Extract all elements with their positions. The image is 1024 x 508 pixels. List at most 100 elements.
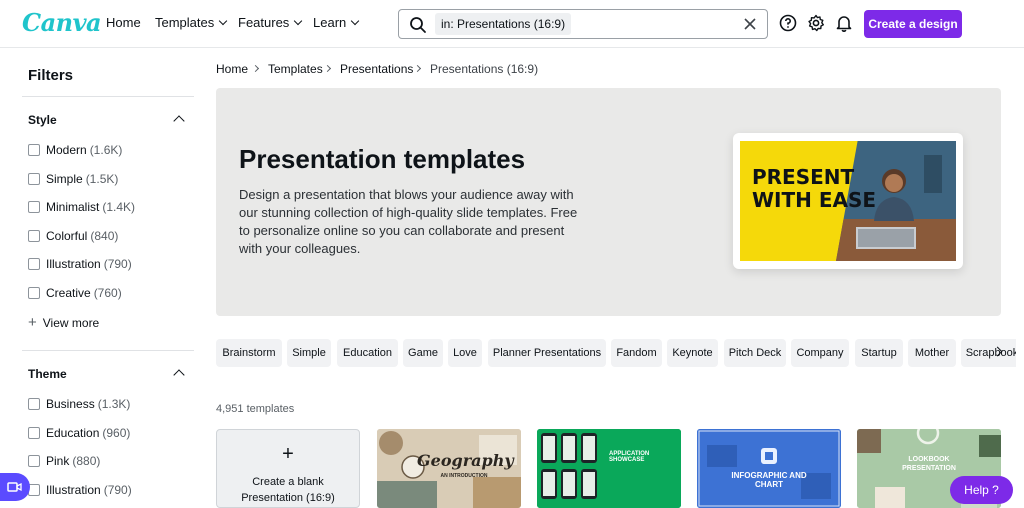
template-title: APPLICATION SHOWCASE xyxy=(609,451,650,463)
filter-option-label: Education xyxy=(46,426,100,440)
filter-option-illustration[interactable]: Illustration (790) xyxy=(28,257,132,271)
canva-logo[interactable]: Canva xyxy=(22,8,102,37)
style-section-title[interactable]: Style xyxy=(28,113,57,127)
blank-card-label: Create a blank Presentation (16:9) xyxy=(217,474,359,506)
checkbox[interactable] xyxy=(28,455,40,467)
chip-brainstorm[interactable]: Brainstorm xyxy=(216,339,282,367)
breadcrumb-templates[interactable]: Templates xyxy=(268,62,323,76)
filter-option-colorful[interactable]: Colorful (840) xyxy=(28,229,118,243)
search-bar[interactable]: in: Presentations (16:9) xyxy=(398,9,768,39)
create-blank-presentation-card[interactable]: + Create a blank Presentation (16:9) xyxy=(216,429,360,508)
page-title: Presentation templates xyxy=(239,144,526,174)
theme-section-title[interactable]: Theme xyxy=(28,367,67,381)
chip-company[interactable]: Company xyxy=(791,339,849,367)
filter-option-count: (1.4K) xyxy=(102,200,136,214)
results-count: 4,951 templates xyxy=(216,403,295,415)
chip-mother[interactable]: Mother xyxy=(908,339,956,367)
filter-option-label: Illustration xyxy=(46,257,101,271)
video-camera-icon xyxy=(7,482,22,492)
filter-option-illustration-theme[interactable]: Illustration (790) xyxy=(28,483,132,497)
filter-option-label: Minimalist xyxy=(46,200,100,214)
template-card-geography[interactable]: Geography AN INTRODUCTION xyxy=(377,429,521,508)
chevron-right-icon xyxy=(413,64,422,73)
filter-option-label: Colorful xyxy=(46,229,88,243)
filter-option-education[interactable]: Education (960) xyxy=(28,426,130,440)
filter-option-creative[interactable]: Creative (760) xyxy=(28,286,122,300)
chip-love[interactable]: Love xyxy=(448,339,482,367)
filter-option-label: Modern xyxy=(46,143,87,157)
chip-scrapbook[interactable]: Scrapbook xyxy=(961,339,1016,367)
checkbox[interactable] xyxy=(28,144,40,156)
preview-line-2: WITH EASE xyxy=(752,188,877,212)
template-title: INFOGRAPHIC AND CHART xyxy=(731,471,807,489)
template-card-application-showcase[interactable]: APPLICATION SHOWCASE xyxy=(537,429,681,508)
chip-startup[interactable]: Startup xyxy=(855,339,903,367)
filter-option-minimalist[interactable]: Minimalist (1.4K) xyxy=(28,200,135,214)
search-icon xyxy=(410,17,426,33)
hero-description: Design a presentation that blows your au… xyxy=(239,187,578,256)
chip-simple[interactable]: Simple xyxy=(287,339,331,367)
preview-line-1: PRESENT xyxy=(752,165,855,189)
filter-option-label: Business xyxy=(46,397,95,411)
chip-keynote[interactable]: Keynote xyxy=(667,339,718,367)
search-filter-token[interactable]: in: Presentations (16:9) xyxy=(435,13,572,35)
divider xyxy=(22,96,194,97)
gear-icon[interactable] xyxy=(807,14,825,32)
template-title: LOOKBOOK PRESENTATION xyxy=(902,456,956,472)
checkbox[interactable] xyxy=(28,427,40,439)
filter-option-count: (1.3K) xyxy=(97,397,131,411)
template-thumbnail xyxy=(697,429,841,508)
chip-pitch-deck[interactable]: Pitch Deck xyxy=(724,339,786,367)
chip-education[interactable]: Education xyxy=(337,339,398,367)
filter-option-modern[interactable]: Modern (1.6K) xyxy=(28,143,122,157)
video-call-button[interactable] xyxy=(0,473,30,501)
chevron-down-icon xyxy=(351,16,360,26)
chip-game[interactable]: Game xyxy=(403,339,443,367)
chevron-right-icon xyxy=(251,64,260,73)
nav-features-label: Features xyxy=(238,15,290,30)
breadcrumb-presentations[interactable]: Presentations xyxy=(340,62,413,76)
chevron-up-icon[interactable] xyxy=(173,115,185,127)
filter-option-count: (760) xyxy=(93,286,122,300)
view-more-button[interactable]: + View more xyxy=(28,314,99,331)
filter-option-count: (1.5K) xyxy=(85,172,119,186)
help-circle-icon[interactable] xyxy=(779,14,797,32)
template-subtitle: AN INTRODUCTION xyxy=(440,473,488,479)
nav-learn-label: Learn xyxy=(313,15,347,30)
template-card-infographic[interactable]: INFOGRAPHIC AND CHART xyxy=(697,429,841,508)
filter-option-label: Pink xyxy=(46,454,70,468)
view-more-label: View more xyxy=(42,315,100,330)
filter-option-pink[interactable]: Pink (880) xyxy=(28,454,100,468)
nav-home[interactable]: Home xyxy=(106,15,141,30)
bell-icon[interactable] xyxy=(835,14,853,32)
nav-features[interactable]: Features xyxy=(238,15,303,30)
create-design-button[interactable]: Create a design xyxy=(864,10,962,38)
top-navigation-bar: Canva Home Templates Features Learn in: … xyxy=(0,0,1024,48)
help-button[interactable]: Help ? xyxy=(950,476,1013,504)
blank-card-line-1: Create a blank xyxy=(252,476,324,488)
filter-option-count: (880) xyxy=(72,454,101,468)
checkbox[interactable] xyxy=(28,201,40,213)
nav-learn[interactable]: Learn xyxy=(313,15,360,30)
preview-headline: PRESENT WITH EASE xyxy=(752,166,876,212)
checkbox[interactable] xyxy=(28,258,40,270)
chip-fandom[interactable]: Fandom xyxy=(611,339,662,367)
chevron-right-icon xyxy=(323,64,332,73)
filter-option-simple[interactable]: Simple (1.5K) xyxy=(28,172,118,186)
template-thumbnail xyxy=(537,429,681,508)
close-icon[interactable] xyxy=(743,17,757,31)
checkbox[interactable] xyxy=(28,287,40,299)
filter-option-count: (1.6K) xyxy=(89,143,123,157)
checkbox[interactable] xyxy=(28,398,40,410)
filter-option-label: Creative xyxy=(46,286,91,300)
checkbox[interactable] xyxy=(28,173,40,185)
chip-planner-presentations[interactable]: Planner Presentations xyxy=(488,339,606,367)
checkbox[interactable] xyxy=(28,230,40,242)
filter-option-business[interactable]: Business (1.3K) xyxy=(28,397,130,411)
filter-option-label: Illustration xyxy=(46,483,101,497)
blank-card-line-2: Presentation (16:9) xyxy=(241,492,335,504)
plus-icon: + xyxy=(28,314,37,331)
chevron-up-icon[interactable] xyxy=(173,369,185,381)
nav-templates[interactable]: Templates xyxy=(155,15,228,30)
breadcrumb-home[interactable]: Home xyxy=(216,62,248,76)
